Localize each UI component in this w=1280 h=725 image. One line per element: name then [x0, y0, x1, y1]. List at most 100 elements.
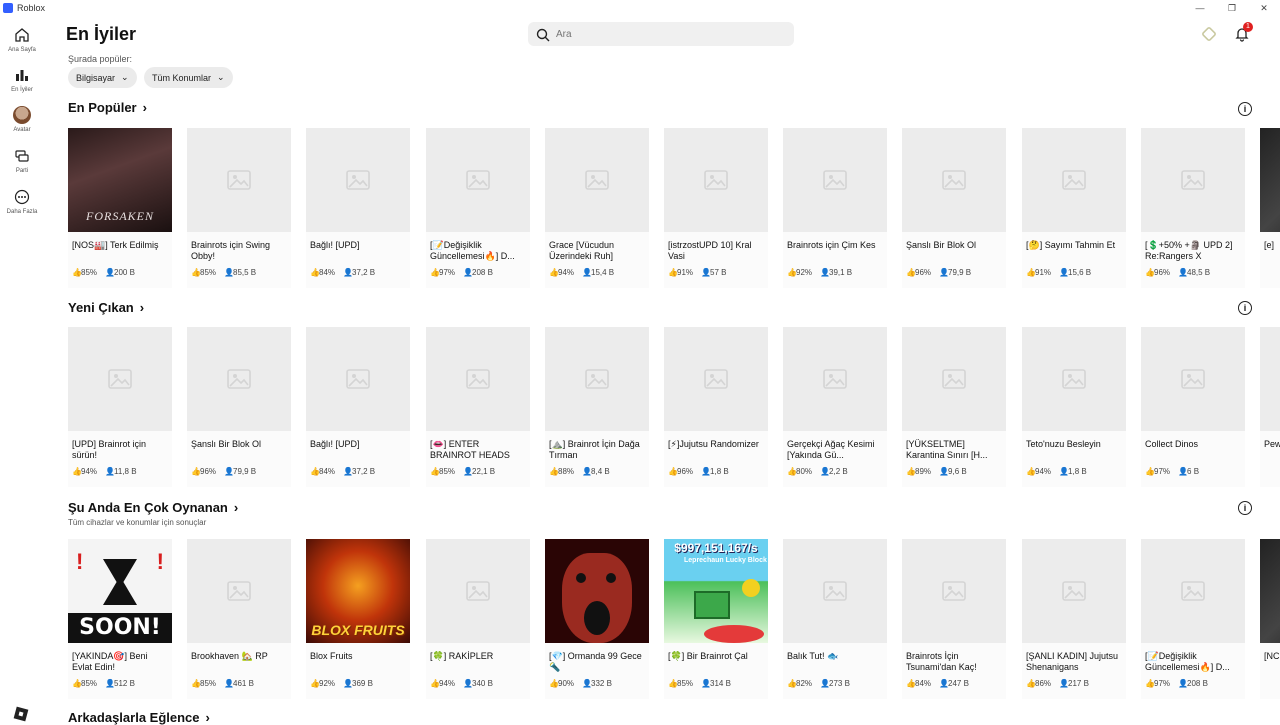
- players-icon: 👤: [1178, 679, 1188, 688]
- game-card[interactable]: [e]: [1260, 128, 1280, 288]
- game-thumbnail: [306, 128, 410, 232]
- thumbs-up-icon: 👍: [906, 467, 916, 476]
- game-card[interactable]: BLOX FRUITS Blox Fruits 👍 92% 👤 369 B: [306, 539, 410, 699]
- section-title-trending[interactable]: Şu Anda En Çok Oynanan ›: [68, 500, 238, 515]
- game-thumbnail: [187, 327, 291, 431]
- game-title: [ŞANLI KADIN] Jujutsu Shenanigans: [1026, 651, 1119, 672]
- game-card[interactable]: [💲+50% +🗿 UPD 2] Re:Rangers X 👍 96% 👤 48,5 B: [1141, 128, 1245, 288]
- rating-value: 97%: [1154, 679, 1171, 688]
- close-button[interactable]: ✕: [1248, 0, 1280, 16]
- thumbs-up-icon: 👍: [430, 679, 440, 688]
- game-card[interactable]: Şanslı Bir Blok Ol 👍 96% 👤 79,9 B: [902, 128, 1006, 288]
- info-icon[interactable]: i: [1238, 102, 1252, 116]
- game-thumbnail: [1022, 128, 1126, 232]
- thumbs-up-icon: 👍: [430, 268, 440, 277]
- section-title-popular[interactable]: En Popüler ›: [68, 100, 147, 115]
- sidebar-item-avatar[interactable]: Avatar: [0, 106, 44, 133]
- section-title-new[interactable]: Yeni Çıkan ›: [68, 300, 144, 315]
- game-card[interactable]: [YÜKSELTME] Karantina Sınırı [H... 👍 89% 👤 9…: [902, 327, 1006, 487]
- game-card[interactable]: [ŞANLI KADIN] Jujutsu Shenanigans 👍 86% 👤 21…: [1022, 539, 1126, 699]
- game-title: Teto'nuzu Besleyin: [1026, 439, 1101, 449]
- search-input[interactable]: [556, 28, 756, 40]
- roblox-logo-icon[interactable]: [13, 706, 29, 722]
- game-card[interactable]: $997,151,167/s Leprechaun Lucky Block [🍀] …: [664, 539, 768, 699]
- sidebar-item-label: En İyiler: [11, 87, 33, 93]
- player-count: 8,4 B: [591, 467, 610, 476]
- game-stats: 👍 96% 👤 48,5 B: [1145, 268, 1210, 277]
- maximize-button[interactable]: ❐: [1216, 0, 1248, 16]
- charts-icon: [13, 66, 31, 84]
- image-placeholder-icon: [346, 170, 370, 190]
- thumbs-up-icon: 👍: [191, 268, 201, 277]
- game-stats: 👍 86% 👤 217 B: [1026, 679, 1089, 688]
- sidebar-item-party[interactable]: Parti: [0, 147, 44, 174]
- game-stats: 👍 92% 👤 369 B: [310, 679, 373, 688]
- game-card[interactable]: Bağlı! [UPD] 👍 84% 👤 37,2 B: [306, 128, 410, 288]
- chevron-down-icon: ⌄: [121, 72, 129, 82]
- game-stats: 👍 85% 👤 22,1 B: [430, 467, 495, 476]
- game-card[interactable]: [🤔] Sayımı Tahmin Et 👍 91% 👤 15,6 B: [1022, 128, 1126, 288]
- sidebar: Ana Sayfa En İyiler Avatar Parti Daha Fa…: [0, 16, 44, 722]
- info-icon[interactable]: i: [1238, 501, 1252, 515]
- player-count: 2,2 B: [829, 467, 848, 476]
- minimize-button[interactable]: —: [1184, 0, 1216, 16]
- game-stats: 👍 90% 👤 332 B: [549, 679, 612, 688]
- game-thumbnail: [783, 327, 887, 431]
- game-card[interactable]: [⚡]Jujutsu Randomizer 👍 96% 👤 1,8 B: [664, 327, 768, 487]
- game-stats: 👍 97% 👤 208 B: [1145, 679, 1208, 688]
- game-card[interactable]: [👄] ENTER BRAINROT HEADS 👍 85% 👤 22,1 B: [426, 327, 530, 487]
- game-card[interactable]: Şanslı Bir Blok Ol 👍 96% 👤 79,9 B: [187, 327, 291, 487]
- image-placeholder-icon: [942, 170, 966, 190]
- game-card[interactable]: [NC: [1260, 539, 1280, 699]
- game-card[interactable]: Brookhaven 🏡 RP 👍 85% 👤 461 B: [187, 539, 291, 699]
- game-card[interactable]: FORSAKEN [NOS🏭] Terk Edilmiş 👍 85% 👤 200 B: [68, 128, 172, 288]
- device-filter-dropdown[interactable]: Bilgisayar ⌄: [68, 67, 137, 88]
- game-card[interactable]: Collect Dinos 👍 97% 👤 6 B: [1141, 327, 1245, 487]
- game-thumbnail: !! SOON!: [68, 539, 172, 643]
- location-filter-dropdown[interactable]: Tüm Konumlar ⌄: [144, 67, 233, 88]
- game-title: Collect Dinos: [1145, 439, 1199, 449]
- sidebar-item-more[interactable]: Daha Fazla: [0, 188, 44, 215]
- thumbnail-text: SOON!: [68, 613, 172, 643]
- game-thumbnail: $997,151,167/s Leprechaun Lucky Block: [664, 539, 768, 643]
- player-count: 1,8 B: [710, 467, 729, 476]
- game-card[interactable]: [📝Değişiklik Güncellemesi🔥] D... 👍 97% 👤 208…: [1141, 539, 1245, 699]
- image-placeholder-icon: [1181, 581, 1205, 601]
- game-card[interactable]: Pew: [1260, 327, 1280, 487]
- game-card[interactable]: Bağlı! [UPD] 👍 84% 👤 37,2 B: [306, 327, 410, 487]
- game-card[interactable]: [🍀] RAKİPLER 👍 94% 👤 340 B: [426, 539, 530, 699]
- hourglass-icon: [103, 559, 137, 605]
- game-card[interactable]: [💎] Ormanda 99 Gece 🔦 👍 90% 👤 332 B: [545, 539, 649, 699]
- section-title-friends[interactable]: Arkadaşlarla Eğlence ›: [68, 710, 210, 725]
- player-count: 15,4 B: [591, 268, 615, 277]
- search-bar[interactable]: [528, 22, 794, 46]
- game-title: Gerçekçi Ağaç Kesimi [Yakında Gü...: [787, 439, 875, 460]
- sidebar-item-home[interactable]: Ana Sayfa: [0, 26, 44, 53]
- image-placeholder-icon: [227, 581, 251, 601]
- player-count: 314 B: [710, 679, 731, 688]
- game-card[interactable]: Brainrots İçin Tsunami'dan Kaç! 👍 84% 👤 247 …: [902, 539, 1006, 699]
- game-card[interactable]: [UPD] Brainrot için sürün! 👍 94% 👤 11,8 B: [68, 327, 172, 487]
- sidebar-item-charts[interactable]: En İyiler: [0, 66, 44, 93]
- game-card[interactable]: [istrzostUPD 10] Kral Vasi 👍 91% 👤 57 B: [664, 128, 768, 288]
- game-thumbnail: [1260, 327, 1280, 431]
- players-icon: 👤: [701, 467, 711, 476]
- game-card[interactable]: Gerçekçi Ağaç Kesimi [Yakında Gü... 👍 80% 👤…: [783, 327, 887, 487]
- players-icon: 👤: [1059, 679, 1069, 688]
- game-card[interactable]: Brainrots için Çim Kes 👍 92% 👤 39,1 B: [783, 128, 887, 288]
- chevron-down-icon: ⌄: [217, 72, 225, 82]
- game-title: Şanslı Bir Blok Ol: [906, 240, 977, 250]
- game-stats: 👍 89% 👤 9,6 B: [906, 467, 967, 476]
- game-card[interactable]: Balık Tut! 🐟 👍 82% 👤 273 B: [783, 539, 887, 699]
- game-card[interactable]: Brainrots için Swing Obby! 👍 85% 👤 85,5 B: [187, 128, 291, 288]
- game-card[interactable]: [⛰️] Brainrot İçin Dağa Tırman 👍 88% 👤 8,4 B: [545, 327, 649, 487]
- rating-value: 82%: [796, 679, 813, 688]
- game-card[interactable]: !! SOON! [YAKINDA🎯] Beni Evlat Edin! 👍 85% 👤 5…: [68, 539, 172, 699]
- robux-icon[interactable]: [1201, 26, 1217, 42]
- game-title: [📝Değişiklik Güncellemesi🔥] D...: [1145, 651, 1230, 672]
- game-card[interactable]: Teto'nuzu Besleyin 👍 94% 👤 1,8 B: [1022, 327, 1126, 487]
- game-card[interactable]: [📝Değişiklik Güncellemesi🔥] D... 👍 97% 👤 208…: [426, 128, 530, 288]
- chevron-right-icon: ›: [233, 500, 239, 515]
- info-icon[interactable]: i: [1238, 301, 1252, 315]
- game-card[interactable]: Grace [Vücudun Üzerindeki Ruh] 👍 94% 👤 15,4 …: [545, 128, 649, 288]
